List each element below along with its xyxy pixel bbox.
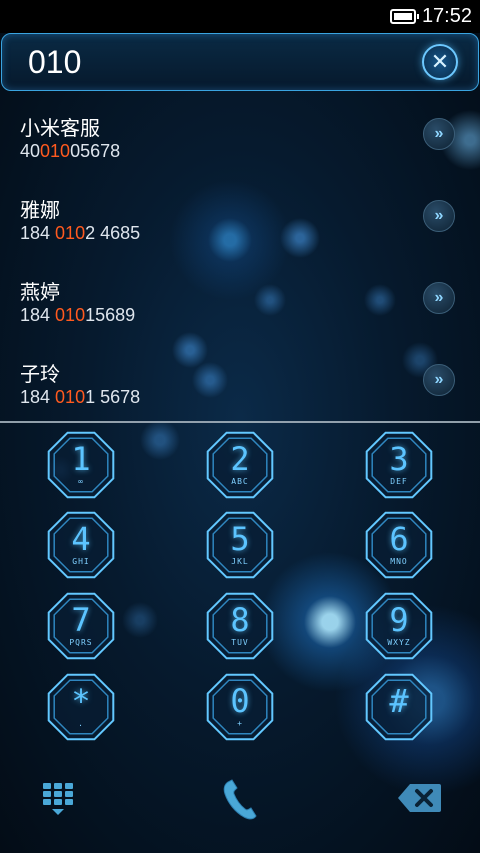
key-digit: * (71, 682, 91, 720)
dialpad-icon (43, 783, 73, 815)
bottom-action-bar (0, 760, 480, 840)
key-digit: 1 (71, 440, 91, 478)
chevron-right-icon: » (434, 125, 444, 142)
contact-name: 小米客服 (20, 116, 100, 140)
contact-number: 4001005678 (20, 141, 121, 161)
key-letters: MNO (390, 557, 408, 566)
contact-detail-button[interactable]: » (423, 118, 455, 150)
key-letters: DEF (390, 477, 408, 486)
phone-icon (223, 779, 257, 820)
key-seven-button[interactable]: 7 PQRS (44, 589, 118, 663)
contact-detail-button[interactable]: » (423, 364, 455, 396)
key-digit: # (389, 682, 409, 720)
contact-detail-button[interactable]: » (423, 282, 455, 314)
contact-number: 184 01015689 (20, 305, 136, 325)
key-letters: JKL (231, 557, 249, 566)
contact-number: 184 0102 4685 (20, 223, 141, 243)
key-four-button[interactable]: 4 GHI (44, 508, 118, 582)
key-eight-button[interactable]: 8 TUV (203, 589, 277, 663)
backspace-icon (398, 784, 441, 812)
key-five-button[interactable]: 5 JKL (203, 508, 277, 582)
key-letters: WXYZ (387, 638, 411, 647)
dial-search-bar[interactable]: 010 ✕ (1, 33, 479, 91)
key-pound-button[interactable]: # (362, 670, 436, 744)
key-letters: . (78, 719, 84, 728)
key-digit: 5 (230, 520, 250, 558)
chevron-right-icon: » (434, 371, 444, 388)
contact-detail-button[interactable]: » (423, 200, 455, 232)
call-button[interactable] (220, 778, 260, 822)
key-zero-button[interactable]: 0 + (203, 670, 277, 744)
contact-name: 子玲 (20, 362, 60, 386)
key-letters: GHI (72, 557, 90, 566)
contact-row[interactable]: 子玲 184 0101 5678 » (0, 338, 480, 420)
dial-keypad: 1 ∞ 2 ABC 3 DEF 4 GHI 5 JKL 6 MNO 7 PQRS 8 TUV 9 WXYZ *. 0 +… (0, 424, 480, 752)
contact-row[interactable]: 燕婷 184 01015689 » (0, 256, 480, 338)
key-letters: TUV (231, 638, 249, 647)
key-letters: + (237, 719, 243, 728)
key-digit: 6 (389, 520, 409, 558)
contact-row[interactable]: 雅娜 184 0102 4685 » (0, 174, 480, 256)
close-icon: ✕ (430, 49, 450, 74)
chevron-right-icon: » (434, 289, 444, 306)
key-three-button[interactable]: 3 DEF (362, 428, 436, 502)
contact-number: 184 0101 5678 (20, 387, 141, 407)
contact-row[interactable]: 小米客服 4001005678 » (0, 92, 480, 174)
battery-icon (389, 9, 419, 24)
clear-button[interactable]: ✕ (422, 44, 458, 80)
key-digit: 0 (230, 682, 250, 720)
key-digit: 7 (71, 601, 91, 639)
status-bar: 17:52 (0, 0, 480, 33)
key-one-button[interactable]: 1 ∞ (44, 428, 118, 502)
chevron-right-icon: » (434, 207, 444, 224)
contact-results-list: 小米客服 4001005678 » 雅娜 184 0102 4685 » 燕婷 … (0, 92, 480, 420)
key-digit: 2 (230, 440, 250, 478)
key-digit: 9 (389, 601, 409, 639)
status-time: 17:52 (421, 5, 472, 27)
dial-input[interactable]: 010 (28, 44, 81, 81)
key-six-button[interactable]: 6 MNO (362, 508, 436, 582)
key-digit: 4 (71, 520, 91, 558)
divider (0, 421, 480, 423)
key-nine-button[interactable]: 9 WXYZ (362, 589, 436, 663)
contact-name: 雅娜 (20, 198, 60, 222)
backspace-button[interactable] (396, 782, 442, 814)
key-letters: ∞ (78, 477, 84, 486)
key-letters: PQRS (69, 638, 93, 647)
key-digit: 3 (389, 440, 409, 478)
dialpad-toggle-button[interactable] (42, 782, 74, 818)
key-star-button[interactable]: *. (44, 670, 118, 744)
contact-name: 燕婷 (20, 280, 60, 304)
key-two-button[interactable]: 2 ABC (203, 428, 277, 502)
key-digit: 8 (230, 601, 250, 639)
key-letters: ABC (231, 477, 249, 486)
